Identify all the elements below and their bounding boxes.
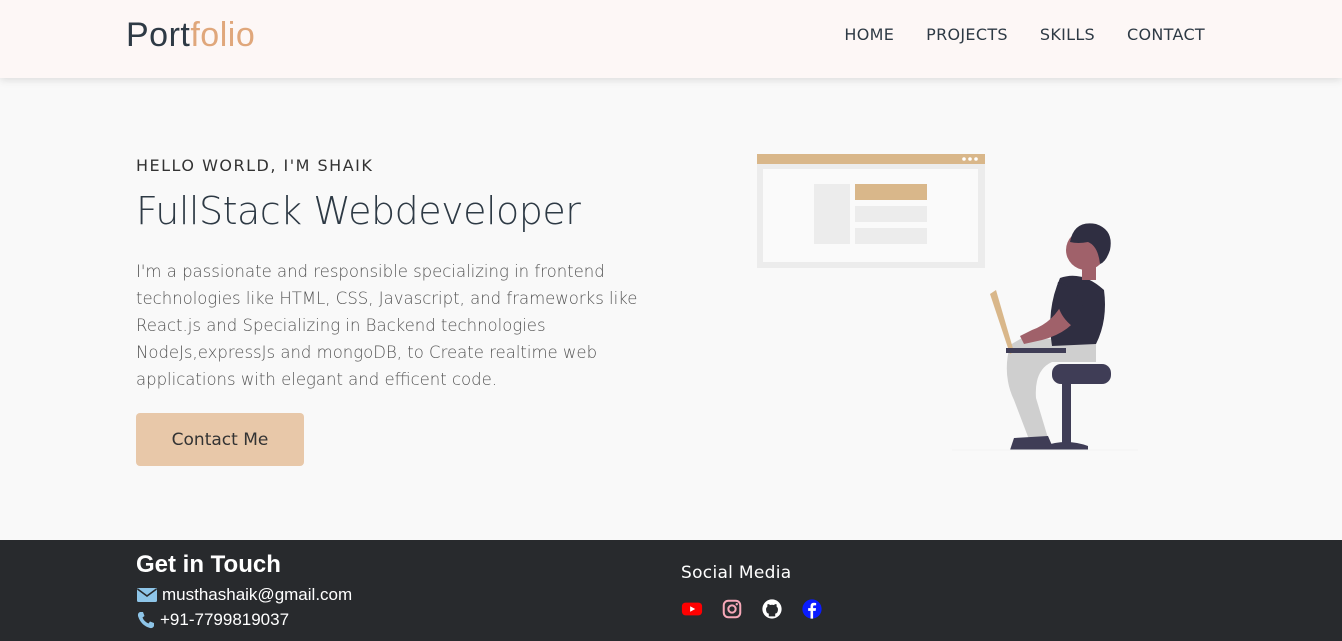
facebook-icon[interactable] <box>801 598 823 620</box>
navbar: Portfolio HOME PROJECTS SKILLS CONTACT <box>0 0 1342 78</box>
hero-bio: I'm a passionate and responsible special… <box>136 262 638 389</box>
hero-headline: FullStack Webdeveloper <box>136 189 581 233</box>
youtube-icon[interactable] <box>681 598 703 620</box>
browser-window-graphic <box>757 154 985 268</box>
nav-home[interactable]: HOME <box>844 24 894 46</box>
hero-greeting: HELLO WORLD, I'M SHAIK <box>136 156 374 175</box>
brand-logo[interactable]: Portfolio <box>126 16 255 55</box>
contact-phone-row: +91-7799819037 <box>136 610 289 630</box>
hero-section: HELLO WORLD, I'M SHAIK FullStack Webdeve… <box>0 78 1342 540</box>
nav-projects[interactable]: PROJECTS <box>926 24 1008 46</box>
footer-title: Get in Touch <box>136 551 281 578</box>
brand-main: Port <box>126 16 191 54</box>
contact-email-row: musthashaik@gmail.com <box>136 585 352 605</box>
footer: Get in Touch musthashaik@gmail.com +91-7… <box>0 540 1342 641</box>
nav-contact[interactable]: CONTACT <box>1127 24 1205 46</box>
github-icon[interactable] <box>761 598 783 620</box>
brand-accent: folio <box>190 16 256 54</box>
contact-me-button[interactable]: Contact Me <box>136 413 304 466</box>
instagram-icon[interactable] <box>721 598 743 620</box>
social-icons <box>681 598 823 620</box>
envelope-icon <box>137 588 157 602</box>
social-media-title: Social Media <box>681 563 792 583</box>
developer-illustration <box>757 154 1138 451</box>
nav-skills[interactable]: SKILLS <box>1040 24 1095 46</box>
person-graphic <box>990 223 1111 450</box>
contact-email[interactable]: musthashaik@gmail.com <box>162 585 352 605</box>
nav-links: HOME PROJECTS SKILLS CONTACT <box>844 24 1205 46</box>
contact-phone[interactable]: +91-7799819037 <box>160 610 289 630</box>
phone-icon <box>137 612 154 629</box>
